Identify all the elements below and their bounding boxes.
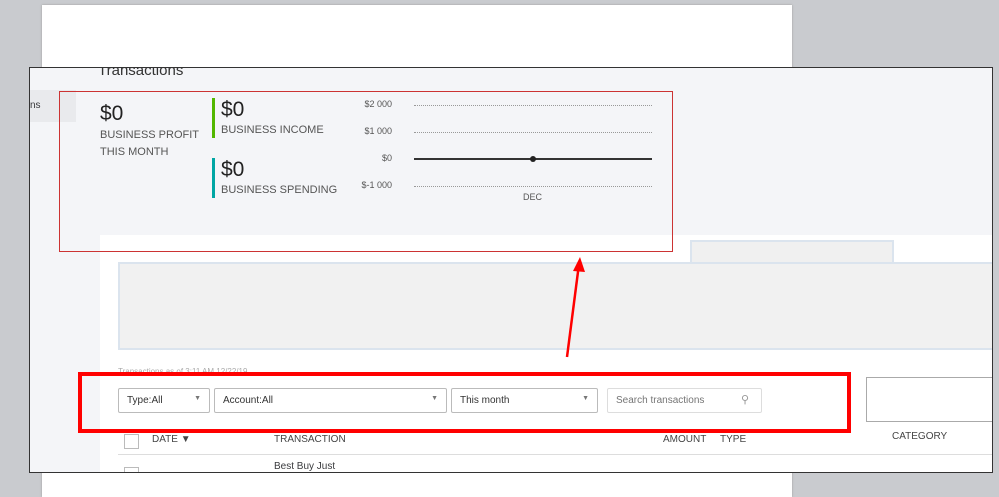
annotation-arrow <box>565 257 585 358</box>
